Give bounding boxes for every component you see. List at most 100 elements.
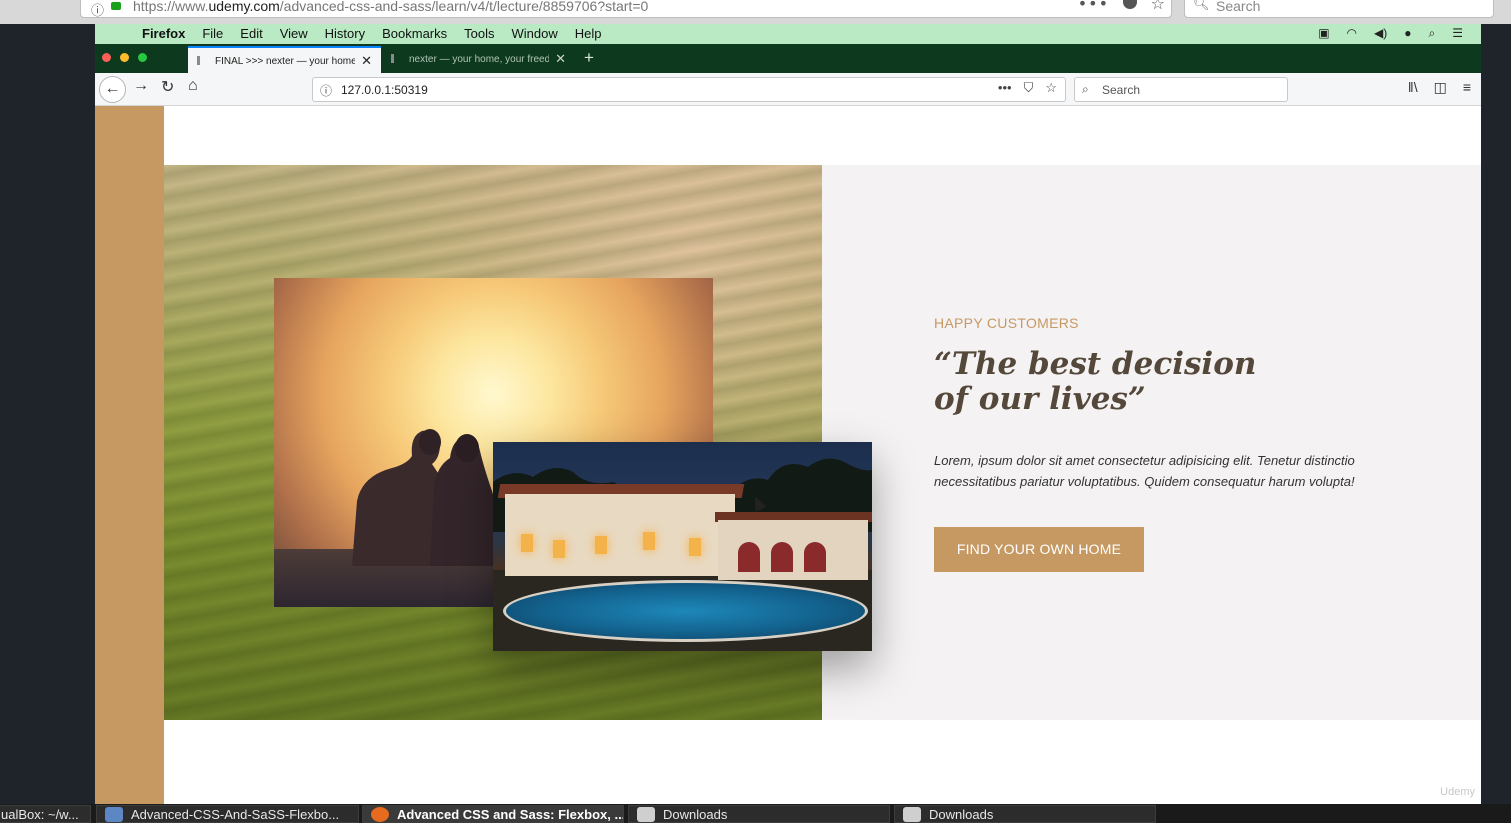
taskbar-item-label: ualBox: ~/w...: [1, 807, 79, 822]
menu-bookmarks[interactable]: Bookmarks: [382, 26, 447, 41]
spotlight-icon[interactable]: ⌕: [1429, 26, 1436, 41]
host-search-placeholder: Search: [1216, 0, 1261, 14]
story-quote: “The best decision of our lives”: [934, 347, 1374, 417]
story-body-text: Lorem, ipsum dolor sit amet consectetur …: [934, 453, 1355, 489]
tab-favicon-icon: [197, 56, 209, 65]
host-url-bar[interactable]: ⓘ https://www.udemy.com/advanced-css-and…: [80, 0, 1172, 19]
taskbar-item-downloads-1[interactable]: Downloads: [628, 805, 890, 823]
notification-center-icon[interactable]: ☰: [1452, 26, 1463, 41]
menu-firefox[interactable]: Firefox: [142, 26, 185, 41]
mac-menubar: Firefox File Edit View History Bookmarks…: [95, 24, 1481, 44]
story-pictures-background: [164, 165, 872, 720]
arch: [804, 542, 826, 572]
url-actions: ••• ⛉ ☆: [998, 80, 1057, 96]
firefox-icon: [371, 807, 389, 822]
menu-tools[interactable]: Tools: [464, 26, 494, 41]
home-icon[interactable]: ⌂: [188, 77, 198, 95]
window-controls: [102, 53, 147, 62]
host-search-bar[interactable]: 🔍︎ Search: [1184, 0, 1494, 18]
lit-window: [553, 540, 565, 558]
tab-final-nexter[interactable]: FINAL >>> nexter — your home ✕: [188, 46, 381, 73]
page-sidebar: [95, 106, 164, 804]
toolbar-right: ‖\ ◫ ≡: [1408, 79, 1471, 96]
couple-silhouette: [352, 429, 502, 566]
lit-window: [689, 538, 701, 556]
search-bar[interactable]: ⌕ Search: [1074, 77, 1288, 102]
sidebar-toggle-icon[interactable]: ◫: [1434, 79, 1447, 96]
taskbar-item-label: Advanced-CSS-And-SaSS-Flexbo...: [131, 807, 340, 822]
bookmark-star-icon[interactable]: ☆: [1045, 80, 1057, 96]
lit-window: [521, 534, 533, 552]
window-icon: [903, 807, 921, 822]
page-actions-icon[interactable]: •••: [1078, 0, 1109, 13]
menu-window[interactable]: Window: [512, 26, 558, 41]
volume-icon[interactable]: ◀): [1374, 26, 1387, 41]
host-url-text: https://www.udemy.com/advanced-css-and-s…: [133, 0, 649, 14]
new-tab-icon[interactable]: +: [584, 48, 594, 68]
lock-icon: [111, 2, 121, 10]
user-icon[interactable]: ●: [1404, 26, 1411, 41]
back-arrow-icon[interactable]: ←: [99, 76, 126, 103]
menubar-status-icons: ▣ ◠ ◀) ● ⌕ ☰: [1318, 26, 1463, 41]
url-text: 127.0.0.1:50319: [341, 83, 428, 97]
villa-pool-photo: [493, 442, 872, 651]
udemy-watermark: Udemy: [1440, 786, 1475, 798]
taskbar-item-label: Advanced CSS and Sass: Flexbox, ...: [397, 807, 624, 822]
zoom-window-button[interactable]: [138, 53, 147, 62]
host-taskbar: ualBox: ~/w... Advanced-CSS-And-SaSS-Fle…: [0, 804, 1511, 823]
vm-window: Firefox File Edit View History Bookmarks…: [95, 24, 1481, 804]
minimize-window-button[interactable]: [120, 53, 129, 62]
bookmark-star-icon[interactable]: ☆: [1151, 0, 1165, 13]
find-home-button[interactable]: FIND YOUR OWN HOME: [934, 527, 1144, 572]
close-window-button[interactable]: [102, 53, 111, 62]
lit-window: [643, 532, 655, 550]
story-kicker: HAPPY CUSTOMERS: [934, 315, 1079, 331]
menu-file[interactable]: File: [202, 26, 223, 41]
pocket-icon[interactable]: ⛉: [1024, 80, 1034, 96]
search-placeholder: Search: [1102, 83, 1141, 97]
taskbar-item-downloads-2[interactable]: Downloads: [894, 805, 1156, 823]
arch: [771, 542, 793, 572]
hamburger-menu-icon[interactable]: ≡: [1463, 79, 1471, 96]
info-icon[interactable]: ⓘ: [91, 0, 104, 19]
quote-line-2: of our lives”: [934, 381, 1146, 417]
story-content: HAPPY CUSTOMERS “The best decision of ou…: [934, 315, 1374, 572]
taskbar-item-label: Downloads: [663, 807, 728, 822]
taskbar-item-terminal[interactable]: ualBox: ~/w...: [0, 805, 91, 823]
site-info-icon[interactable]: ⓘ: [320, 82, 332, 99]
web-page: HAPPY CUSTOMERS “The best decision of ou…: [95, 106, 1481, 804]
url-bar[interactable]: ⓘ 127.0.0.1:50319 ••• ⛉ ☆: [312, 77, 1066, 102]
tab-favicon-icon: [391, 54, 403, 63]
taskbar-item-folder[interactable]: Advanced-CSS-And-SaSS-Flexbo...: [96, 805, 359, 823]
tab-strip: FINAL >>> nexter — your home ✕ nexter — …: [95, 44, 1481, 73]
window-icon: [637, 807, 655, 822]
taskbar-item-firefox[interactable]: Advanced CSS and Sass: Flexbox, ...: [362, 805, 624, 823]
folder-icon: [105, 807, 123, 822]
villa-main-building: [505, 494, 735, 576]
tab-nexter[interactable]: nexter — your home, your freedom ✕: [382, 46, 575, 73]
tab-title: nexter — your home, your freedom: [409, 54, 549, 65]
menu-edit[interactable]: Edit: [240, 26, 262, 41]
search-icon: ⌕: [1082, 82, 1089, 96]
page-actions-icon[interactable]: •••: [998, 80, 1012, 96]
forward-arrow-icon[interactable]: →: [133, 77, 149, 95]
quote-line-1: “The best decision: [934, 346, 1257, 382]
pocket-icon[interactable]: [1123, 0, 1137, 9]
story-section: HAPPY CUSTOMERS “The best decision of ou…: [164, 165, 1481, 720]
close-tab-icon[interactable]: ✕: [361, 53, 372, 69]
wifi-icon[interactable]: ◠: [1347, 26, 1357, 41]
swimming-pool: [503, 580, 868, 642]
nav-toolbar: ← → ↻ ⌂ ⓘ 127.0.0.1:50319 ••• ⛉ ☆ ⌕ Sear…: [95, 73, 1481, 106]
menu-help[interactable]: Help: [575, 26, 602, 41]
search-icon: 🔍︎: [1193, 0, 1210, 12]
reload-icon[interactable]: ↻: [161, 77, 174, 97]
close-tab-icon[interactable]: ✕: [555, 51, 566, 67]
menubar-items: Firefox File Edit View History Bookmarks…: [142, 26, 602, 41]
menu-view[interactable]: View: [280, 26, 308, 41]
lit-window: [595, 536, 607, 554]
library-icon[interactable]: ‖\: [1408, 79, 1418, 96]
screen-record-icon[interactable]: ▣: [1318, 26, 1329, 41]
menu-history[interactable]: History: [325, 26, 365, 41]
tab-title: FINAL >>> nexter — your home: [215, 56, 355, 67]
host-browser-toolbar: ⓘ https://www.udemy.com/advanced-css-and…: [0, 0, 1511, 24]
